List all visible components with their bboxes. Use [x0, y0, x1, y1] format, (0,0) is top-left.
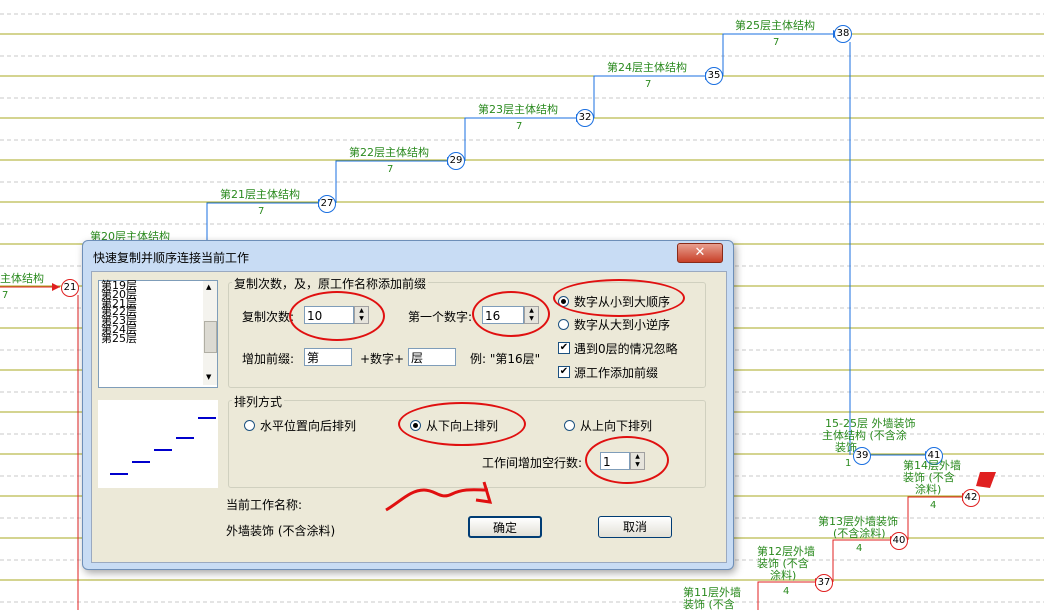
horizontal-label: 水平位置向后排列 [260, 419, 357, 433]
annotation-circle-ascending [553, 279, 685, 317]
task-label: (不含涂料) [833, 527, 886, 540]
listbox-scrollbar[interactable]: ▲ ▼ [203, 281, 217, 385]
node-29[interactable]: 29 [447, 152, 465, 170]
node-32[interactable]: 32 [576, 109, 594, 127]
annotation-circle-blank-rows [585, 436, 669, 484]
current-task-name-value: 外墙装饰 (不含涂料) [226, 524, 336, 538]
blank-rows-label: 工作间增加空行数: [482, 456, 583, 470]
example-label: 例: "第16层" [470, 352, 541, 366]
scroll-up-icon[interactable]: ▲ [206, 283, 211, 291]
dialog-titlebar[interactable]: 快速复制并顺序连接当前工作 ✕ [83, 241, 733, 271]
task-label: 第21层主体结构 [220, 188, 300, 201]
close-button[interactable]: ✕ [677, 243, 723, 263]
annotation-arrow-icon [385, 481, 493, 512]
task-duration: 7 [645, 79, 652, 90]
ignore-zero-checkbox[interactable]: ✔ [558, 342, 570, 354]
plus-number-label: +数字+ [360, 352, 405, 366]
node-38[interactable]: 38 [834, 25, 852, 43]
top-down-radio[interactable] [564, 420, 575, 431]
task-label: 第24层主体结构 [607, 61, 687, 74]
task-duration: 7 [258, 206, 265, 217]
copies-label: 复制次数: [242, 310, 295, 324]
node-27[interactable]: 27 [318, 195, 336, 213]
first-number-label: 第一个数字: [408, 310, 473, 324]
node-37[interactable]: 37 [815, 574, 833, 592]
add-prefix-checkbox[interactable]: ✔ [558, 366, 570, 378]
source-task-listbox[interactable]: 第19层 第20层 第21层 第22层 第23层 第24层 第25层 ▲ ▼ [98, 280, 218, 388]
horizontal-radio[interactable] [244, 420, 255, 431]
node-35[interactable]: 35 [705, 67, 723, 85]
top-down-label: 从上向下排列 [580, 419, 653, 433]
node-21[interactable]: 21 [61, 279, 79, 297]
task-label: 主体结构 [0, 272, 44, 285]
task-duration: 7 [2, 290, 9, 301]
node-42[interactable]: 42 [962, 489, 980, 507]
task-duration: 7 [773, 37, 780, 48]
node-39[interactable]: 39 [853, 447, 871, 465]
list-item[interactable]: 第25层 [99, 333, 217, 344]
node-40[interactable]: 40 [890, 532, 908, 550]
task-label: 第25层主体结构 [735, 19, 815, 32]
copy-options-group-title: 复制次数，及，原工作名称添加前缀 [232, 275, 429, 292]
task-duration: 7 [387, 164, 394, 175]
prefix-input[interactable]: 第 [304, 348, 352, 366]
task-label: 第22层主体结构 [349, 146, 429, 159]
task-duration: 4 [930, 500, 937, 511]
task-label: 涂料) [770, 569, 797, 582]
add-prefix-label: 源工作添加前缀 [574, 366, 659, 380]
annotation-circle-copies [289, 291, 385, 341]
descending-radio[interactable] [558, 319, 569, 330]
task-label: 装饰 (不含 [683, 598, 735, 611]
suffix-input[interactable]: 层 [408, 348, 456, 366]
scroll-down-icon[interactable]: ▼ [206, 373, 211, 381]
arrangement-preview [98, 400, 218, 488]
task-duration: 4 [856, 543, 863, 554]
staircase-preview-icon [110, 417, 216, 475]
arrange-options-group-title: 排列方式 [232, 393, 285, 410]
dialog-title: 快速复制并顺序连接当前工作 [93, 251, 250, 265]
annotation-circle-bottom-up [398, 402, 526, 446]
task-label: 第23层主体结构 [478, 103, 558, 116]
task-duration: 7 [516, 121, 523, 132]
current-task-name-label: 当前工作名称: [226, 498, 303, 512]
task-label: 涂料) [915, 483, 942, 496]
scrollbar-thumb[interactable] [204, 321, 217, 353]
descending-label: 数字从大到小逆序 [574, 318, 671, 332]
task-duration: 1 [845, 458, 852, 469]
annotation-circle-first-number [472, 291, 550, 337]
ignore-zero-label: 遇到0层的情况忽略 [574, 342, 678, 356]
cancel-button[interactable]: 取消 [598, 516, 672, 538]
task-duration: 4 [783, 586, 790, 597]
prefix-label: 增加前缀: [242, 352, 295, 366]
